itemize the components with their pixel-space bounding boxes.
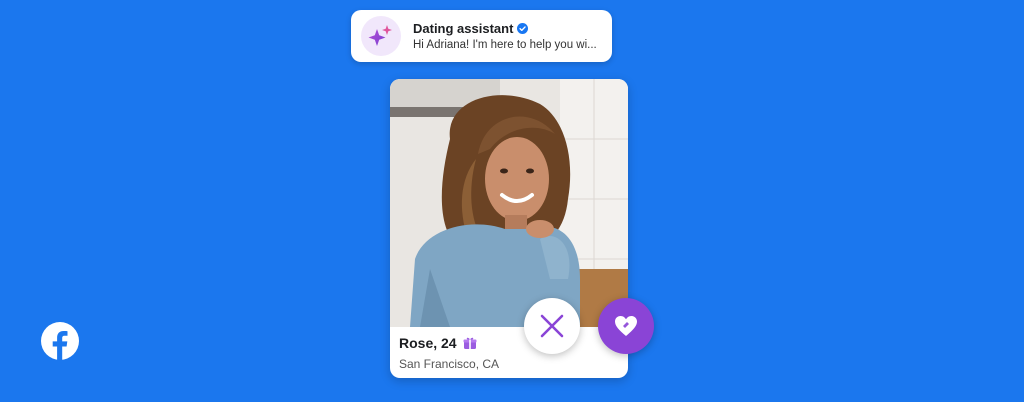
notification-title: Dating assistant [413, 21, 514, 36]
heart-icon [614, 315, 638, 337]
profile-location: San Francisco, CA [399, 357, 500, 371]
sparkle-icon [361, 16, 401, 56]
facebook-logo [41, 322, 79, 360]
notification-message: Hi Adriana! I'm here to help you wi... [413, 39, 597, 51]
gift-icon [463, 336, 477, 350]
like-button[interactable] [598, 298, 654, 354]
profile-photo [390, 79, 628, 327]
close-icon [539, 313, 565, 339]
assistant-notification[interactable]: Dating assistant Hi Adriana! I'm here to… [351, 10, 612, 62]
verified-badge-icon [517, 23, 529, 34]
profile-name: Rose, 24 [399, 335, 457, 351]
pass-button[interactable] [524, 298, 580, 354]
profile-card[interactable]: Rose, 24 San Francisco, CA [390, 79, 628, 378]
